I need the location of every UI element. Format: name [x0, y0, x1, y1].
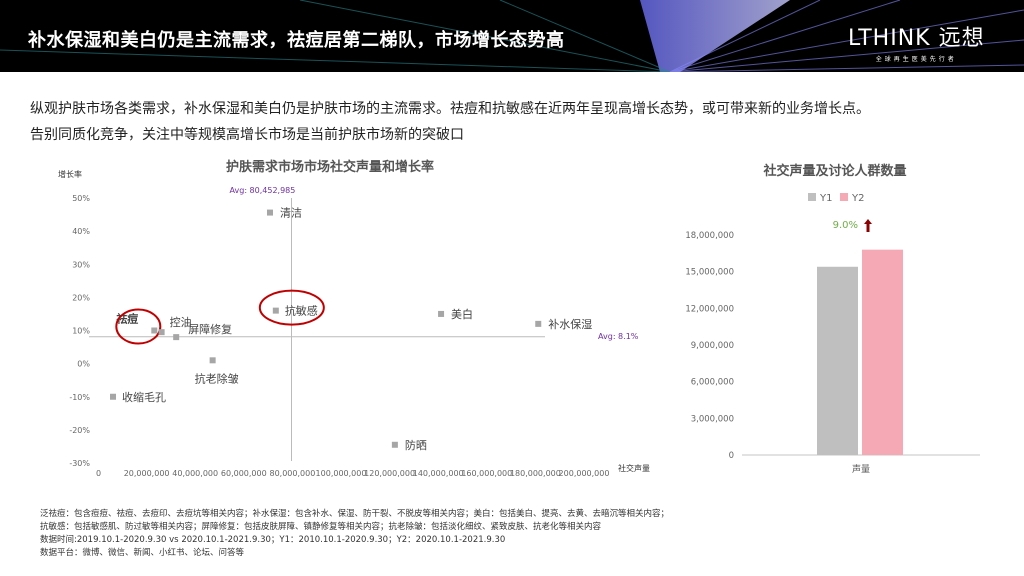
point-label: 防晒: [405, 438, 427, 452]
x-tick-label: 100,000,000: [316, 469, 367, 478]
x-axis-label: 社交声量: [618, 463, 650, 473]
data-point: [535, 320, 542, 327]
y-tick-label: 50%: [72, 194, 90, 203]
x-tick-label: 180,000,000: [510, 469, 561, 478]
avg-y-label: Avg: 8.1%: [598, 332, 639, 341]
data-point: [391, 441, 398, 448]
legend-label: Y2: [851, 193, 864, 204]
x-tick-label: 60,000,000: [221, 469, 267, 478]
point-label: 清洁: [280, 207, 302, 220]
y-tick-label: 18,000,000: [685, 231, 734, 241]
note-line-2: 抗敏感：包括敏感肌、防过敏等相关内容；屏障修复：包括皮肤屏障、镇静修复等相关内容…: [40, 522, 602, 532]
y-tick-label: -10%: [69, 393, 90, 402]
y-tick-label: 0: [729, 451, 734, 461]
y-tick-label: 20%: [72, 293, 90, 302]
x-tick-label: 160,000,000: [461, 469, 512, 478]
growth-annotation: 9.0%: [833, 220, 858, 231]
point-label: 补水保湿: [548, 317, 592, 331]
y-tick-label: 9,000,000: [691, 341, 734, 351]
category-label: 声量: [852, 463, 870, 475]
legend-swatch: [808, 193, 816, 201]
point-label: 抗老除皱: [195, 371, 239, 385]
y-axis-label: 增长率: [58, 169, 82, 179]
legend-swatch: [840, 193, 848, 201]
bar-y1: [817, 266, 858, 455]
data-point: [173, 334, 180, 341]
point-label: 美白: [451, 307, 473, 321]
up-arrow-icon: [864, 219, 872, 232]
y-tick-label: 10%: [72, 327, 90, 336]
data-point: [438, 310, 445, 317]
data-point: [158, 329, 165, 336]
point-label: 收缩毛孔: [122, 390, 166, 404]
y-tick-label: -30%: [69, 459, 90, 468]
x-tick-label: 120,000,000: [364, 469, 415, 478]
x-tick-label: 20,000,000: [124, 469, 170, 478]
data-point: [272, 307, 279, 314]
note-line-3: 数据时间:2019.10.1-2020.9.30 vs 2020.10.1-20…: [40, 535, 506, 545]
y-tick-label: 15,000,000: [685, 268, 734, 278]
data-point: [110, 393, 117, 400]
y-tick-label: 6,000,000: [691, 378, 734, 388]
data-point: [151, 327, 158, 334]
brand-logo: LTHINK 远想 全球再生医美先行者: [848, 20, 985, 63]
y-tick-label: 40%: [72, 227, 90, 236]
legend-label: Y1: [819, 193, 832, 204]
point-label: 屏障修复: [188, 322, 232, 336]
y-tick-label: 0%: [77, 360, 90, 369]
x-tick-label: 0: [96, 469, 101, 478]
bar-y2: [862, 249, 903, 455]
y-tick-label: 30%: [72, 260, 90, 269]
x-tick-label: 200,000,000: [559, 469, 610, 478]
y-tick-label: 12,000,000: [685, 304, 734, 314]
bar-chart-title: 社交声量及讨论人群数量: [762, 163, 906, 179]
point-label: 抗敏感: [285, 304, 318, 318]
logo-text: LTHINK 远想: [848, 26, 985, 51]
x-tick-label: 40,000,000: [172, 469, 218, 478]
logo-tagline: 全球再生医美先行者: [875, 56, 957, 63]
y-tick-label: -20%: [69, 426, 90, 435]
note-line-4: 数据平台：微博、微信、新闻、小红书、论坛、问答等: [40, 548, 245, 558]
avg-x-label: Avg: 80,452,985: [230, 186, 296, 195]
scatter-chart: 护肤需求市场市场社交声量和增长率增长率社交声量 -30% -20% -10% 0% 10%…: [58, 159, 650, 478]
y-tick-label: 3,000,000: [691, 414, 734, 424]
x-tick-label: 80,000,000: [269, 469, 315, 478]
data-point: [209, 357, 216, 364]
x-tick-label: 140,000,000: [413, 469, 464, 478]
note-line-1: 泛祛痘：包含痘痘、祛痘、去痘印、去痘坑等相关内容；补水保湿：包含补水、保湿、防干…: [40, 509, 670, 519]
scatter-title: 护肤需求市场市场社交声量和增长率: [226, 159, 434, 175]
data-point: [266, 209, 273, 216]
